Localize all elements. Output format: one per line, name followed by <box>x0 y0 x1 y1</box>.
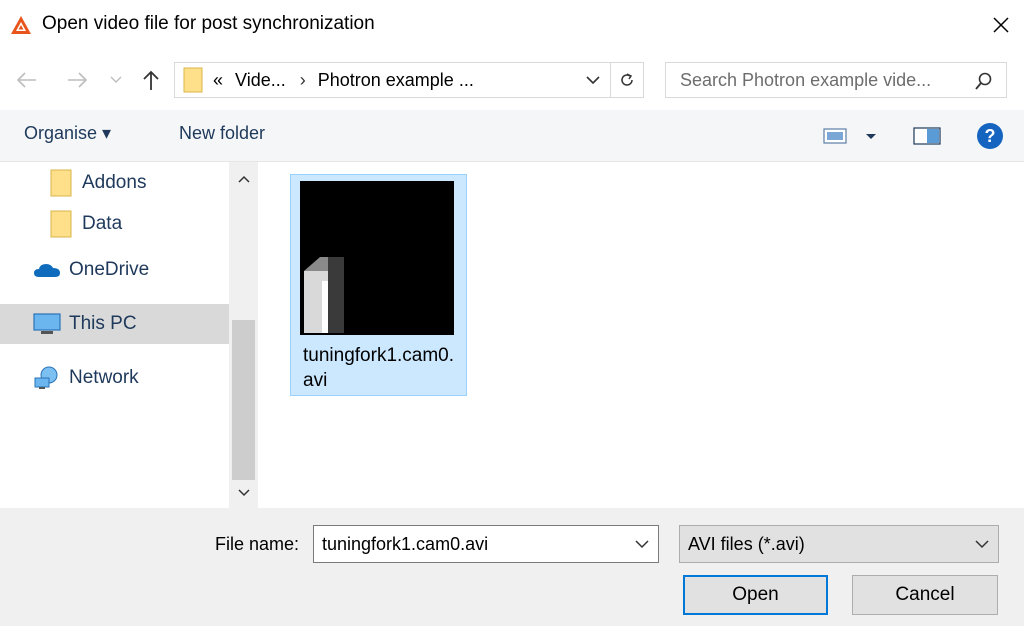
sidebar-item-onedrive[interactable]: OneDrive <box>0 250 229 290</box>
folder-icon <box>50 210 72 238</box>
arrow-left-icon <box>16 72 36 88</box>
window-title: Open video file for post synchronization <box>42 13 375 34</box>
sidebar-item-label: Addons <box>82 172 147 193</box>
app-logo-icon <box>11 16 31 34</box>
video-thumbnail <box>300 181 454 335</box>
sidebar-item-label: Network <box>69 367 139 388</box>
folder-icon <box>50 169 72 197</box>
folder-icon <box>183 67 203 93</box>
sidebar-item-this-pc[interactable]: This PC <box>0 304 229 344</box>
preview-pane-button[interactable] <box>913 110 943 162</box>
title-bar: Open video file for post synchronization <box>0 0 1024 50</box>
file-list: tuningfork1.cam0.avi <box>258 162 1024 508</box>
sidebar-item-label: Data <box>82 213 123 234</box>
file-name-label: tuningfork1.cam0.avi <box>303 345 455 391</box>
new-folder-button[interactable]: New folder <box>179 123 265 144</box>
recent-locations-button[interactable] <box>106 58 126 102</box>
close-icon <box>993 17 1009 33</box>
organise-menu[interactable]: Organise ▾ <box>24 123 111 144</box>
preview-pane-icon <box>913 127 941 145</box>
arrow-up-icon <box>143 70 159 90</box>
arrow-right-icon <box>68 72 88 88</box>
chevron-down-icon <box>975 540 989 549</box>
forward-button[interactable] <box>62 58 92 102</box>
chevron-down-icon[interactable] <box>584 71 602 89</box>
file-name-panel: File name: tuningfork1.cam0.avi AVI file… <box>0 508 1024 626</box>
breadcrumb-separator[interactable]: › <box>300 70 306 91</box>
computer-icon <box>33 313 61 334</box>
help-icon: ? <box>977 123 1003 149</box>
network-icon <box>34 366 58 389</box>
sidebar-item-label: OneDrive <box>69 259 150 280</box>
sidebar-item-network[interactable]: Network <box>0 358 229 398</box>
sidebar-item-label: This PC <box>69 313 137 334</box>
address-bar[interactable]: « Vide... › Photron example ... <box>174 62 611 98</box>
navigation-pane: Addons Data OneDrive This PC Network <box>0 162 258 508</box>
file-type-select[interactable]: AVI files (*.avi) <box>679 525 999 563</box>
scroll-down-button[interactable] <box>229 482 258 504</box>
file-name-input[interactable]: tuningfork1.cam0.avi <box>313 525 659 563</box>
breadcrumb-segment[interactable]: Vide... <box>235 70 286 91</box>
scroll-thumb[interactable] <box>232 320 255 480</box>
help-button[interactable]: ? <box>976 110 1006 162</box>
chevron-down-icon[interactable] <box>634 536 650 552</box>
navigation-bar: « Vide... › Photron example ... Search P… <box>0 58 1024 102</box>
cloud-icon <box>34 264 60 277</box>
scroll-up-button[interactable] <box>229 168 258 190</box>
svg-text:?: ? <box>985 126 996 146</box>
chevron-down-icon <box>237 489 250 497</box>
video-thumbnail-image <box>300 181 454 335</box>
breadcrumb-segment[interactable]: Photron example ... <box>318 70 474 91</box>
search-box[interactable]: Search Photron example vide... <box>665 62 1007 98</box>
scrollbar[interactable] <box>229 162 258 508</box>
close-button[interactable] <box>978 0 1024 50</box>
file-name-value[interactable]: tuningfork1.cam0.avi <box>322 534 488 555</box>
up-button[interactable] <box>138 58 164 102</box>
command-bar: Organise ▾ New folder ? <box>0 110 1024 162</box>
file-type-value: AVI files (*.avi) <box>688 533 805 554</box>
view-options-icon <box>823 128 876 144</box>
cancel-button[interactable]: Cancel <box>852 575 998 615</box>
refresh-button[interactable] <box>611 62 644 98</box>
search-placeholder: Search Photron example vide... <box>680 69 932 90</box>
breadcrumb-overflow[interactable]: « <box>213 70 223 91</box>
file-name-label: File name: <box>215 534 300 554</box>
sidebar-item-addons[interactable]: Addons <box>0 163 229 203</box>
file-item[interactable]: tuningfork1.cam0.avi <box>290 174 467 396</box>
refresh-icon <box>621 73 633 86</box>
view-options-button[interactable] <box>822 110 882 162</box>
open-button[interactable]: Open <box>683 575 828 615</box>
chevron-down-icon <box>110 76 122 83</box>
search-icon[interactable] <box>974 71 994 91</box>
sidebar-item-data[interactable]: Data <box>0 204 229 244</box>
chevron-up-icon <box>237 175 250 183</box>
back-button[interactable] <box>12 58 42 102</box>
